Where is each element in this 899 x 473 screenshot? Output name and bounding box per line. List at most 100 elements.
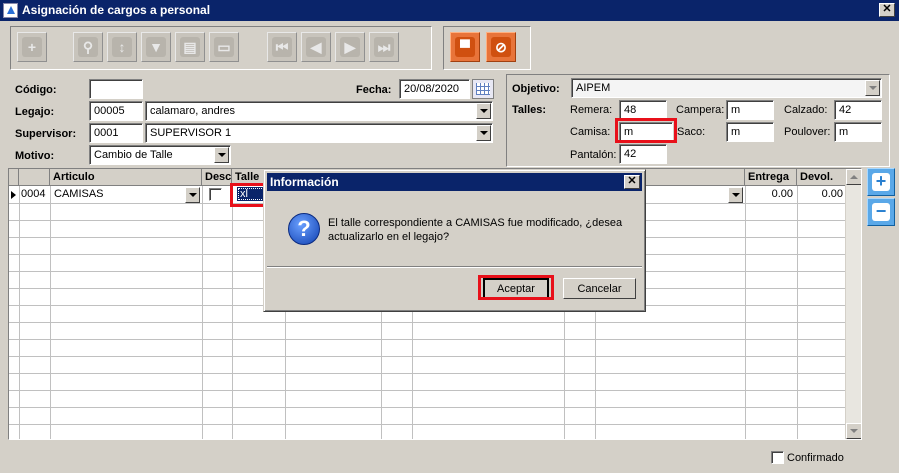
- add-row-button[interactable]: +: [867, 168, 895, 196]
- objetivo-select[interactable]: AIPEM: [571, 78, 882, 98]
- plus-icon: +: [872, 172, 890, 191]
- printer-icon: ▭: [214, 37, 234, 57]
- fecha-input[interactable]: 20/08/2020: [399, 79, 470, 99]
- filter-button[interactable]: ▼: [141, 32, 171, 62]
- first-icon: ⏮: [272, 37, 292, 57]
- next-icon: ▶: [340, 37, 360, 57]
- calendar-icon[interactable]: [472, 79, 494, 99]
- row-devol: 0.00: [821, 188, 843, 200]
- row-code: 0004: [21, 188, 46, 200]
- pantalon-label: Pantalón:: [570, 149, 617, 161]
- action-toolbar: ▀ ⊘: [443, 26, 531, 70]
- print-button[interactable]: ▭: [209, 32, 239, 62]
- code-column-header: [19, 169, 50, 186]
- toolbar: + ⚲ ↕ ▼ ▤ ▭ ⏮ ◀ ▶ ⏭: [10, 26, 432, 70]
- fecha-label: Fecha:: [356, 84, 392, 96]
- chevron-down-icon[interactable]: [476, 125, 491, 141]
- first-record-button[interactable]: ⏮: [267, 32, 297, 62]
- chevron-down-icon[interactable]: [476, 103, 491, 119]
- window-title: Asignación de cargos a personal: [22, 3, 211, 17]
- saco-input[interactable]: m: [726, 122, 774, 142]
- motivo-value: Cambio de Talle: [94, 149, 173, 161]
- next-record-button[interactable]: ▶: [335, 32, 365, 62]
- dialog-title: Información: [270, 175, 339, 189]
- campera-input[interactable]: m: [726, 100, 774, 120]
- desc-column-header[interactable]: Desc.: [202, 169, 234, 186]
- poulover-input[interactable]: m: [834, 122, 882, 142]
- last-icon: ⏭: [374, 37, 394, 57]
- row-entrega: 0.00: [771, 188, 793, 200]
- codigo-input[interactable]: [89, 79, 143, 99]
- chevron-down-icon: [865, 80, 880, 96]
- talles-label: Talles:: [512, 104, 547, 116]
- devol-column-header[interactable]: Devol.: [797, 169, 847, 186]
- camisa-highlight: [615, 118, 677, 143]
- aceptar-highlight: [478, 275, 554, 300]
- filter-icon: ▼: [146, 37, 166, 57]
- chevron-down-icon[interactable]: [185, 187, 200, 203]
- campera-label: Campera:: [676, 104, 725, 116]
- document-icon: ▤: [180, 37, 200, 57]
- supervisor-name-value: SUPERVISOR 1: [150, 127, 232, 139]
- minus-icon: −: [872, 202, 890, 221]
- previous-record-button[interactable]: ◀: [301, 32, 331, 62]
- magnifier-icon: ⚲: [78, 37, 98, 57]
- cancelar-button[interactable]: Cancelar: [563, 278, 636, 299]
- sort-icon: ↕: [112, 37, 132, 57]
- articulo-column-header[interactable]: Articulo: [50, 169, 202, 186]
- motivo-label: Motivo:: [15, 150, 55, 162]
- desc-checkbox[interactable]: [209, 188, 222, 201]
- confirmado-checkbox[interactable]: [771, 451, 784, 464]
- confirmado-label: Confirmado: [787, 452, 844, 464]
- search-button[interactable]: ⚲: [73, 32, 103, 62]
- supervisor-label: Supervisor:: [15, 128, 77, 140]
- calzado-label: Calzado:: [784, 104, 828, 116]
- cancel-icon: ⊘: [491, 37, 511, 57]
- print-preview-button[interactable]: ▤: [175, 32, 205, 62]
- remera-label: Remera:: [570, 104, 613, 116]
- cancel-button[interactable]: ⊘: [486, 32, 516, 62]
- chevron-down-icon[interactable]: [728, 187, 743, 203]
- window-title-bar: Asignación de cargos a personal ✕: [0, 0, 899, 21]
- last-record-button[interactable]: ⏭: [369, 32, 399, 62]
- legajo-name-select[interactable]: calamaro, andres: [145, 101, 493, 121]
- legajo-label: Legajo:: [15, 106, 55, 118]
- camisa-label: Camisa:: [570, 126, 611, 138]
- codigo-label: Código:: [15, 84, 57, 96]
- dialog-title-bar: Información ✕: [267, 173, 642, 191]
- app-icon: [3, 3, 18, 18]
- sort-button[interactable]: ↕: [107, 32, 137, 62]
- previous-icon: ◀: [306, 37, 326, 57]
- row-indicator-header: [9, 169, 19, 186]
- saco-label: Saco:: [677, 126, 706, 138]
- current-row-indicator-icon: [11, 191, 16, 199]
- save-button[interactable]: ▀: [450, 32, 480, 62]
- remera-input[interactable]: 48: [619, 100, 667, 120]
- dialog-close-button[interactable]: ✕: [624, 175, 640, 189]
- row-articulo: CAMISAS: [54, 188, 104, 200]
- calzado-input[interactable]: 42: [834, 100, 882, 120]
- legajo-name-value: calamaro, andres: [150, 105, 235, 117]
- supervisor-code-input[interactable]: 0001: [89, 123, 143, 143]
- save-icon: ▀: [455, 37, 475, 57]
- scroll-up-icon[interactable]: [846, 169, 861, 185]
- legajo-code-input[interactable]: 00005: [89, 101, 143, 121]
- window-close-button[interactable]: ✕: [879, 3, 895, 17]
- objetivo-label: Objetivo:: [512, 83, 560, 95]
- pantalon-input[interactable]: 42: [619, 144, 667, 164]
- chevron-down-icon[interactable]: [214, 147, 229, 163]
- motivo-select[interactable]: Cambio de Talle: [89, 145, 231, 165]
- poulover-label: Poulover:: [784, 126, 831, 138]
- dialog-separator: [267, 266, 642, 268]
- supervisor-name-select[interactable]: SUPERVISOR 1: [145, 123, 493, 143]
- plus-icon: +: [22, 37, 42, 57]
- entrega-column-header[interactable]: Entrega: [745, 169, 797, 186]
- question-icon: ?: [288, 213, 320, 245]
- information-dialog: Información ✕ ? El talle correspondiente…: [263, 169, 646, 312]
- grid-vertical-scrollbar[interactable]: [845, 169, 861, 439]
- dialog-message: El talle correspondiente a CAMISAS fue m…: [328, 217, 623, 243]
- remove-row-button[interactable]: −: [867, 198, 895, 226]
- add-button[interactable]: +: [17, 32, 47, 62]
- scroll-down-icon[interactable]: [846, 423, 861, 439]
- objetivo-value: AIPEM: [576, 82, 611, 94]
